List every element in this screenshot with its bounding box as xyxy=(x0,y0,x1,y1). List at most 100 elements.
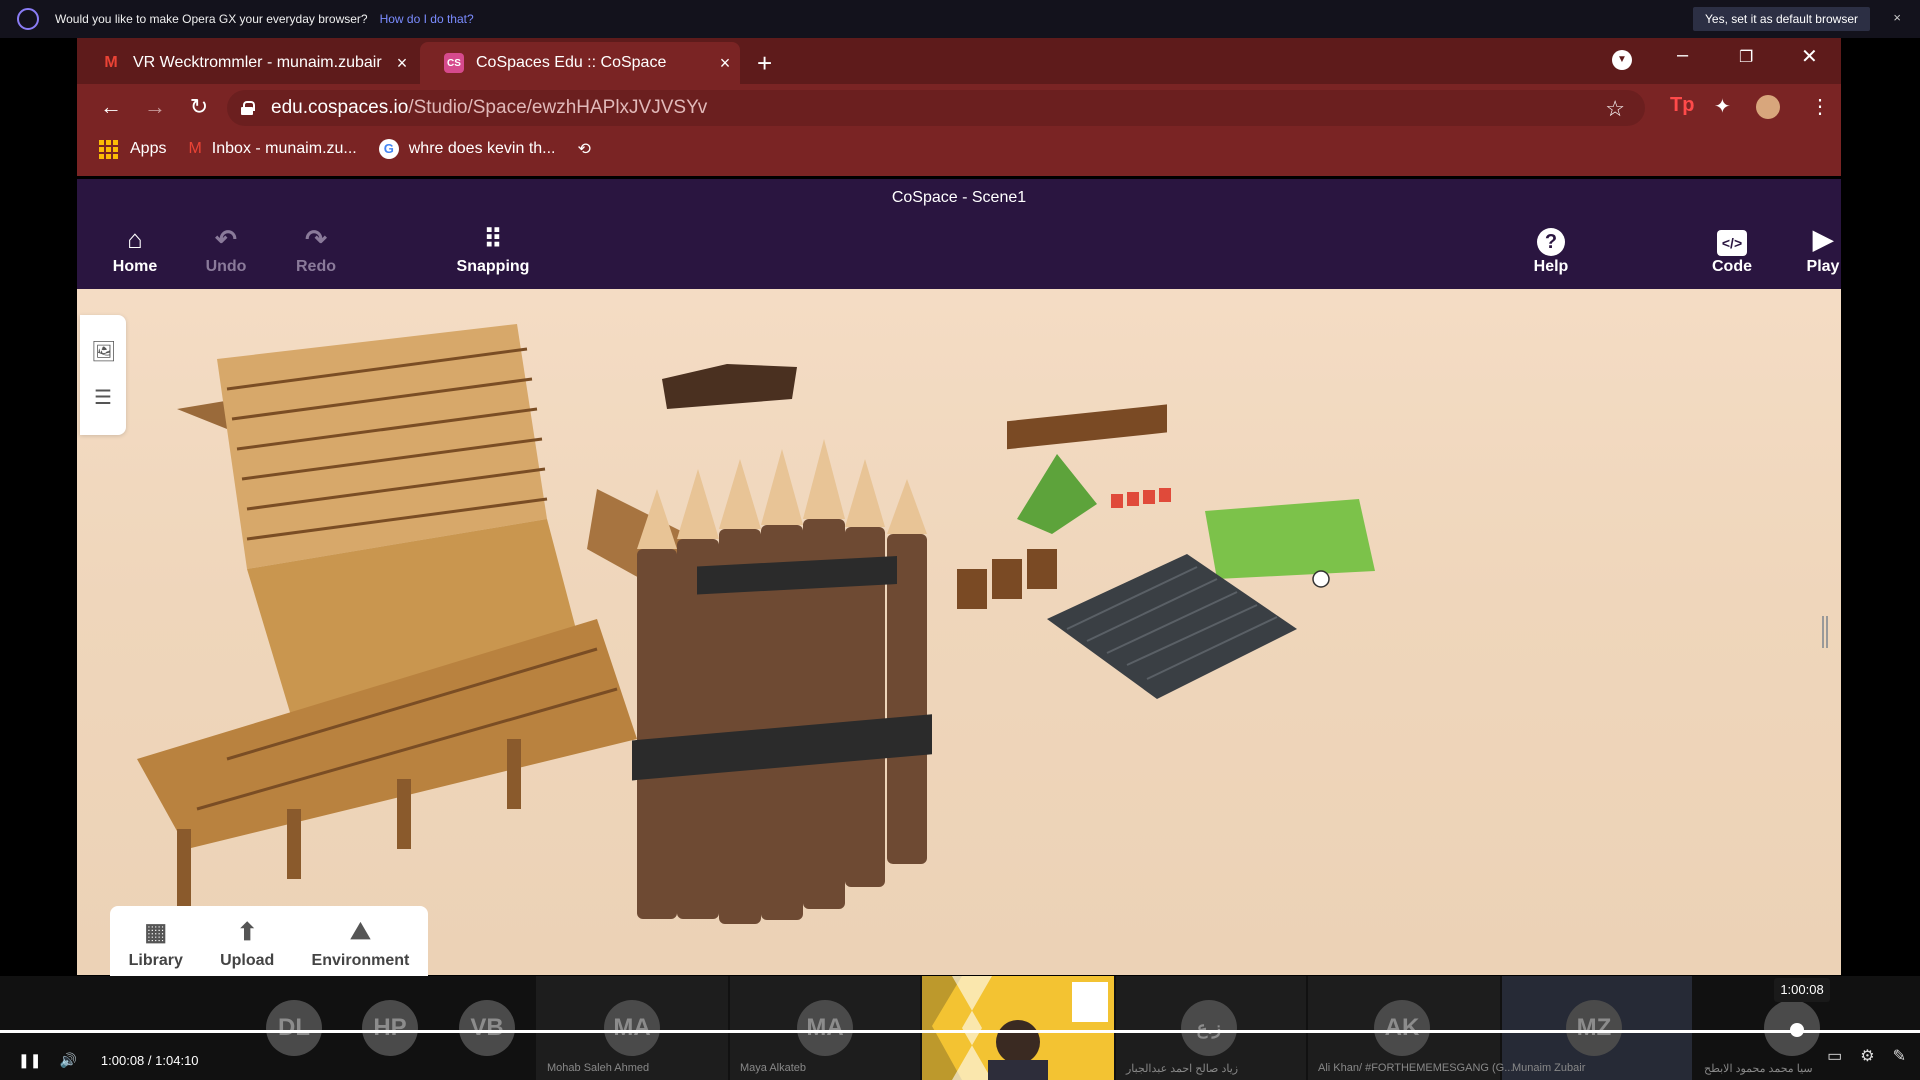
total-time: 1:04:10 xyxy=(155,1052,199,1068)
play-label: Play xyxy=(1806,258,1840,275)
reload-button[interactable]: ↻ xyxy=(177,94,221,120)
cospaces-icon: CS xyxy=(444,53,464,73)
tab-close-icon[interactable]: × xyxy=(710,53,740,74)
player-controls: ❚❚ 🔊 1:00:08 / 1:04:10 ▭ ⚙ ✎ xyxy=(0,1046,1920,1074)
library-label: Library xyxy=(128,952,183,969)
scene-title: CoSpace - Scene1 xyxy=(891,189,1027,206)
scene-viewport[interactable] xyxy=(77,289,1841,975)
time-display: 1:00:08 / 1:04:10 xyxy=(101,1053,199,1068)
opera-prompt-text: Would you like to make Opera GX your eve… xyxy=(55,12,368,26)
bookmark-search[interactable]: G whre does kevin th... xyxy=(378,139,556,159)
environment-label: Environment xyxy=(311,952,410,969)
history-icon[interactable]: ⟲ xyxy=(578,139,601,159)
opera-help-link[interactable]: How do I do that? xyxy=(380,12,474,26)
undo-label: Undo xyxy=(205,258,247,275)
code-label: Code xyxy=(1712,258,1752,275)
help-icon: ? xyxy=(1511,224,1591,258)
pause-icon[interactable]: ❚❚ xyxy=(18,1052,41,1069)
help-button[interactable]: ? Help xyxy=(1511,224,1591,276)
snapping-button[interactable]: ⠿ Snapping xyxy=(443,224,543,276)
bookmark-label: Inbox - munaim.zu... xyxy=(211,140,357,157)
minimize-button[interactable]: – xyxy=(1677,44,1688,67)
restore-button[interactable]: ❐ xyxy=(1739,47,1753,67)
undo-button[interactable]: ↶ Undo xyxy=(186,224,266,276)
environment-button[interactable]: ⛰ Environment xyxy=(312,918,410,970)
gallery-icon[interactable]: 🖼 xyxy=(91,339,116,363)
environment-icon: ⛰ xyxy=(350,918,371,945)
address-bar[interactable]: edu.cospaces.io/Studio/Space/ewzhHAPlxJV… xyxy=(227,90,1645,126)
url-path: /Studio/Space/ewzhHAPlxJVJVSYv xyxy=(408,97,708,118)
apps-grid-icon xyxy=(99,139,118,159)
red-seats-model[interactable] xyxy=(1111,488,1171,508)
pin-icon[interactable]: ✎ xyxy=(1893,1046,1906,1066)
time-tooltip: 1:00:08 xyxy=(1774,978,1830,1002)
panel-resize-handle[interactable] xyxy=(1822,616,1828,648)
new-tab-button[interactable]: + xyxy=(757,48,772,79)
bookmark-inbox[interactable]: M Inbox - munaim.zu... xyxy=(188,140,356,158)
wooden-house-model[interactable] xyxy=(137,324,697,909)
set-default-browser-button[interactable]: Yes, set it as default browser xyxy=(1693,7,1870,31)
upload-icon: ⬆ xyxy=(237,919,258,946)
green-ground-plane[interactable] xyxy=(1205,499,1375,579)
forward-button[interactable]: → xyxy=(133,94,177,120)
google-icon: G xyxy=(378,139,399,159)
tab-title: VR Wecktrommler - munaim.zubair xyxy=(133,54,382,71)
settings-gear-icon[interactable]: ⚙ xyxy=(1860,1046,1874,1066)
tab-close-icon[interactable]: × xyxy=(387,53,417,74)
home-icon: ⌂ xyxy=(127,224,143,254)
home-button[interactable]: ⌂ Home xyxy=(95,224,175,276)
scene-objects xyxy=(137,324,1375,924)
tab-title: CoSpaces Edu :: CoSpace xyxy=(476,54,667,71)
tab-search-icon[interactable]: ▼ xyxy=(1612,50,1632,70)
hand-cursor-icon xyxy=(1312,570,1330,588)
bottom-toolbar: ▦ Library ⬆ Upload ⛰ Environment xyxy=(110,906,428,976)
opera-default-browser-bar: Would you like to make Opera GX your eve… xyxy=(0,0,1920,38)
gmail-icon: M xyxy=(104,54,118,71)
redo-button[interactable]: ↷ Redo xyxy=(276,224,356,276)
profile-avatar[interactable] xyxy=(1756,95,1780,119)
cospaces-header: CoSpace - Scene1 ⌂ Home ↶ Undo ↷ Redo ⠿ … xyxy=(77,179,1841,289)
opera-logo-icon xyxy=(17,8,39,30)
menu-dots-icon[interactable]: ⋮ xyxy=(1810,94,1830,119)
browser-window: M VR Wecktrommler - munaim.zubair × CS C… xyxy=(77,38,1841,176)
tab-cospaces[interactable]: CS CoSpaces Edu :: CoSpace × xyxy=(420,42,740,84)
tent-model[interactable] xyxy=(1017,454,1097,534)
lock-icon xyxy=(241,101,255,115)
browser-toolbar: ← → ↻ edu.cospaces.io/Studio/Space/ewzhH… xyxy=(77,84,1841,130)
side-panel: 🖼 ☰ xyxy=(80,315,126,435)
palisade-fence-model[interactable] xyxy=(632,364,932,924)
play-icon: ▶ xyxy=(1813,224,1833,254)
url-host: edu.cospaces.io xyxy=(271,97,409,118)
player-right-controls: ▭ ⚙ ✎ xyxy=(1827,1046,1906,1066)
redo-icon: ↷ xyxy=(305,224,327,254)
history-clock-icon: ⟲ xyxy=(577,141,591,158)
opera-bar-close-icon[interactable]: × xyxy=(1893,10,1901,25)
list-icon[interactable]: ☰ xyxy=(91,385,115,409)
bookmark-label: Apps xyxy=(130,140,167,157)
home-label: Home xyxy=(112,258,158,275)
current-time: 1:00:08 xyxy=(100,1052,145,1068)
volume-icon[interactable]: 🔊 xyxy=(59,1052,76,1069)
extensions-puzzle-icon[interactable]: ✦ xyxy=(1714,94,1731,119)
close-window-button[interactable]: ✕ xyxy=(1801,44,1818,69)
captions-icon[interactable]: ▭ xyxy=(1827,1046,1842,1066)
undo-icon: ↶ xyxy=(215,224,237,254)
tab-gmail[interactable]: M VR Wecktrommler - munaim.zubair × xyxy=(77,42,417,84)
code-button[interactable]: </> Code xyxy=(1692,224,1772,276)
back-button[interactable]: ← xyxy=(89,94,133,120)
library-icon: ▦ xyxy=(144,919,168,946)
snapping-label: Snapping xyxy=(456,258,530,275)
grid-icon: ⠿ xyxy=(483,224,503,254)
bookmark-star-icon[interactable]: ☆ xyxy=(1605,96,1625,122)
upload-button[interactable]: ⬆ Upload xyxy=(220,918,274,970)
bookmarks-bar: Apps M Inbox - munaim.zu... G whre does … xyxy=(77,130,1841,168)
upload-label: Upload xyxy=(220,952,275,969)
bookmark-label: whre does kevin th... xyxy=(408,140,556,157)
extension-icon[interactable]: Tp xyxy=(1670,94,1694,117)
progress-bar[interactable] xyxy=(0,1030,1920,1033)
play-button[interactable]: ▶ Play xyxy=(1783,224,1863,276)
bookmark-apps[interactable]: Apps xyxy=(99,139,167,159)
library-button[interactable]: ▦ Library xyxy=(129,918,183,970)
time-separator: / xyxy=(147,1052,152,1068)
progress-scrubber[interactable] xyxy=(1790,1023,1805,1037)
